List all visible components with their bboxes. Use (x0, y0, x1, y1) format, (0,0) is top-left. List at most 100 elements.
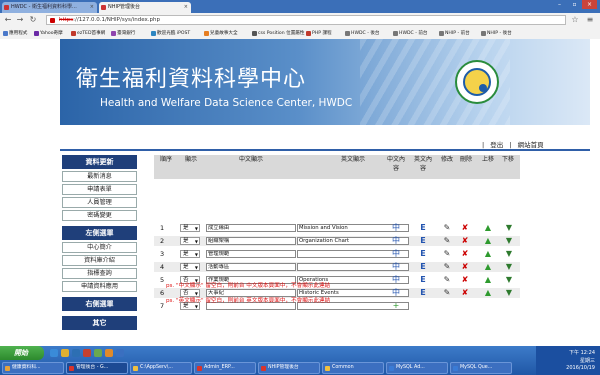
reload-icon[interactable]: ↻ (28, 15, 38, 25)
taskbar-window-label: NHIP管理後台 (268, 365, 299, 370)
start-button[interactable]: 開始 (0, 346, 44, 360)
cn-content-icon[interactable]: 中 (391, 249, 401, 259)
tab-nhip-admin[interactable]: NHIP管理後台 × (99, 2, 191, 13)
move-down-icon[interactable]: ▼ (504, 236, 514, 246)
cn-content-icon[interactable]: 中 (391, 288, 401, 298)
bookmark-item[interactable]: css Position 位置屬性 (251, 29, 305, 38)
taskbar-window-button[interactable]: MySQL Que... (450, 362, 512, 374)
move-up-icon[interactable]: ▲ (483, 223, 493, 233)
back-icon[interactable]: ← (3, 15, 13, 25)
bookmark-item[interactable]: NHIP - 後台 (480, 29, 512, 38)
sidebar-item[interactable]: 指標查詢 (62, 268, 137, 279)
delete-icon[interactable]: ✘ (460, 236, 470, 246)
quicklaunch-app-icon[interactable] (94, 349, 102, 357)
display-select[interactable]: 是 ▼ (180, 250, 200, 258)
sidebar-item[interactable]: 密碼變更 (62, 210, 137, 221)
star-icon[interactable]: ☆ (570, 15, 580, 25)
menu-icon[interactable]: ≡ (585, 15, 595, 25)
en-content-icon[interactable]: E (418, 275, 428, 285)
delete-icon[interactable]: ✘ (460, 249, 470, 259)
move-up-icon[interactable]: ▲ (483, 236, 493, 246)
bookmark-item[interactable]: PHP 課程 (305, 29, 332, 38)
quicklaunch-browser-icon[interactable] (50, 349, 58, 357)
url-input[interactable]: https://127.0.0.1/NHIP/sys/index.php (46, 15, 566, 25)
move-up-icon[interactable]: ▲ (483, 288, 493, 298)
en-content-icon[interactable]: E (418, 223, 428, 233)
tab-hwdc[interactable]: HWDC - 衛生福利資料科學... × (2, 2, 97, 13)
quicklaunch-media-icon[interactable] (83, 349, 91, 357)
taskbar-window-button[interactable]: NHIP管理後台 (258, 362, 320, 374)
display-select[interactable]: 是 ▼ (180, 224, 200, 232)
move-down-icon[interactable]: ▼ (504, 262, 514, 272)
col-display: 顯示 (184, 156, 197, 163)
taskbar-window-button[interactable]: Common (322, 362, 384, 374)
bookmark-item[interactable]: Yahoo奇摩 (33, 29, 63, 38)
taskbar-window-button[interactable]: Admin_ERP... (194, 362, 256, 374)
cn-display-input[interactable]: 組織架構 (206, 237, 296, 245)
cn-content-icon[interactable]: 中 (391, 236, 401, 246)
sidebar-item[interactable]: 申請資料應用 (62, 281, 137, 292)
minimize-button[interactable]: – (552, 0, 567, 9)
maximize-button[interactable]: ▫ (567, 0, 582, 9)
taskbar-window-button[interactable]: 健康資料科... (2, 362, 64, 374)
en-content-icon[interactable]: E (418, 288, 428, 298)
move-up-icon[interactable]: ▲ (483, 249, 493, 259)
edit-icon[interactable]: ✎ (442, 262, 452, 272)
forward-icon[interactable]: → (15, 15, 25, 25)
sidebar-item[interactable]: 資料庫介紹 (62, 255, 137, 266)
edit-icon[interactable]: ✎ (442, 275, 452, 285)
close-tab-icon[interactable]: × (90, 2, 94, 13)
quicklaunch-app-icon[interactable] (116, 349, 124, 357)
bookmark-item[interactable]: HWDC - 後台 (344, 29, 380, 38)
bookmark-item[interactable]: ezTED首事網 (70, 29, 105, 38)
site-home-link[interactable]: 網站首頁 (518, 141, 544, 149)
close-tab-icon[interactable]: × (184, 2, 188, 13)
edit-icon[interactable]: ✎ (442, 223, 452, 233)
taskbar-app-icon (5, 366, 10, 371)
move-down-icon[interactable]: ▼ (504, 288, 514, 298)
quicklaunch-folder-icon[interactable] (61, 349, 69, 357)
edit-icon[interactable]: ✎ (442, 236, 452, 246)
move-down-icon[interactable]: ▼ (504, 223, 514, 233)
en-content-icon[interactable]: E (418, 249, 428, 259)
cn-display-input[interactable]: 成立緣由 (206, 224, 296, 232)
en-content-icon[interactable]: E (418, 262, 428, 272)
add-row-icon[interactable]: + (391, 301, 401, 311)
move-up-icon[interactable]: ▲ (483, 275, 493, 285)
delete-icon[interactable]: ✘ (460, 288, 470, 298)
taskbar-window-button[interactable]: 管理後台 - G... (66, 362, 128, 374)
display-select[interactable]: 是 ▼ (180, 263, 200, 271)
cn-content-icon[interactable]: 中 (391, 223, 401, 233)
sidebar-item[interactable]: 人員管理 (62, 197, 137, 208)
quicklaunch-desktop-icon[interactable] (72, 349, 80, 357)
quicklaunch-app-icon[interactable] (105, 349, 113, 357)
cn-display-input[interactable]: 活動專區 (206, 263, 296, 271)
taskbar-app-icon (197, 366, 202, 371)
sidebar-item[interactable]: 中心簡介 (62, 242, 137, 253)
bookmark-item[interactable]: 臺灣銀行 (110, 29, 135, 38)
en-content-icon[interactable]: E (418, 236, 428, 246)
move-down-icon[interactable]: ▼ (504, 249, 514, 259)
bookmark-item[interactable]: NHIP - 前台 (438, 29, 470, 38)
cn-content-icon[interactable]: 中 (391, 262, 401, 272)
edit-icon[interactable]: ✎ (442, 249, 452, 259)
cn-content-icon[interactable]: 中 (391, 275, 401, 285)
taskbar-window-button[interactable]: C:\AppServ\... (130, 362, 192, 374)
logout-link[interactable]: 登出 (490, 141, 503, 149)
bookmark-item[interactable]: 應用程式 (2, 29, 27, 38)
move-down-icon[interactable]: ▼ (504, 275, 514, 285)
close-window-button[interactable]: × (582, 0, 597, 9)
delete-icon[interactable]: ✘ (460, 275, 470, 285)
bookmark-item[interactable]: 兒童故事大全 (203, 29, 238, 38)
edit-icon[interactable]: ✎ (442, 288, 452, 298)
sidebar-item[interactable]: 申請表單 (62, 184, 137, 195)
cn-display-input[interactable]: 管理規範 (206, 250, 296, 258)
display-select[interactable]: 是 ▼ (180, 237, 200, 245)
bookmark-item[interactable]: HWDC - 前台 (392, 29, 428, 38)
sidebar-item[interactable]: 最新消息 (62, 171, 137, 182)
delete-icon[interactable]: ✘ (460, 223, 470, 233)
delete-icon[interactable]: ✘ (460, 262, 470, 272)
bookmark-item[interactable]: 歡迎光臨 iPOST (150, 29, 190, 38)
move-up-icon[interactable]: ▲ (483, 262, 493, 272)
taskbar-window-button[interactable]: MySQL Ad... (386, 362, 448, 374)
